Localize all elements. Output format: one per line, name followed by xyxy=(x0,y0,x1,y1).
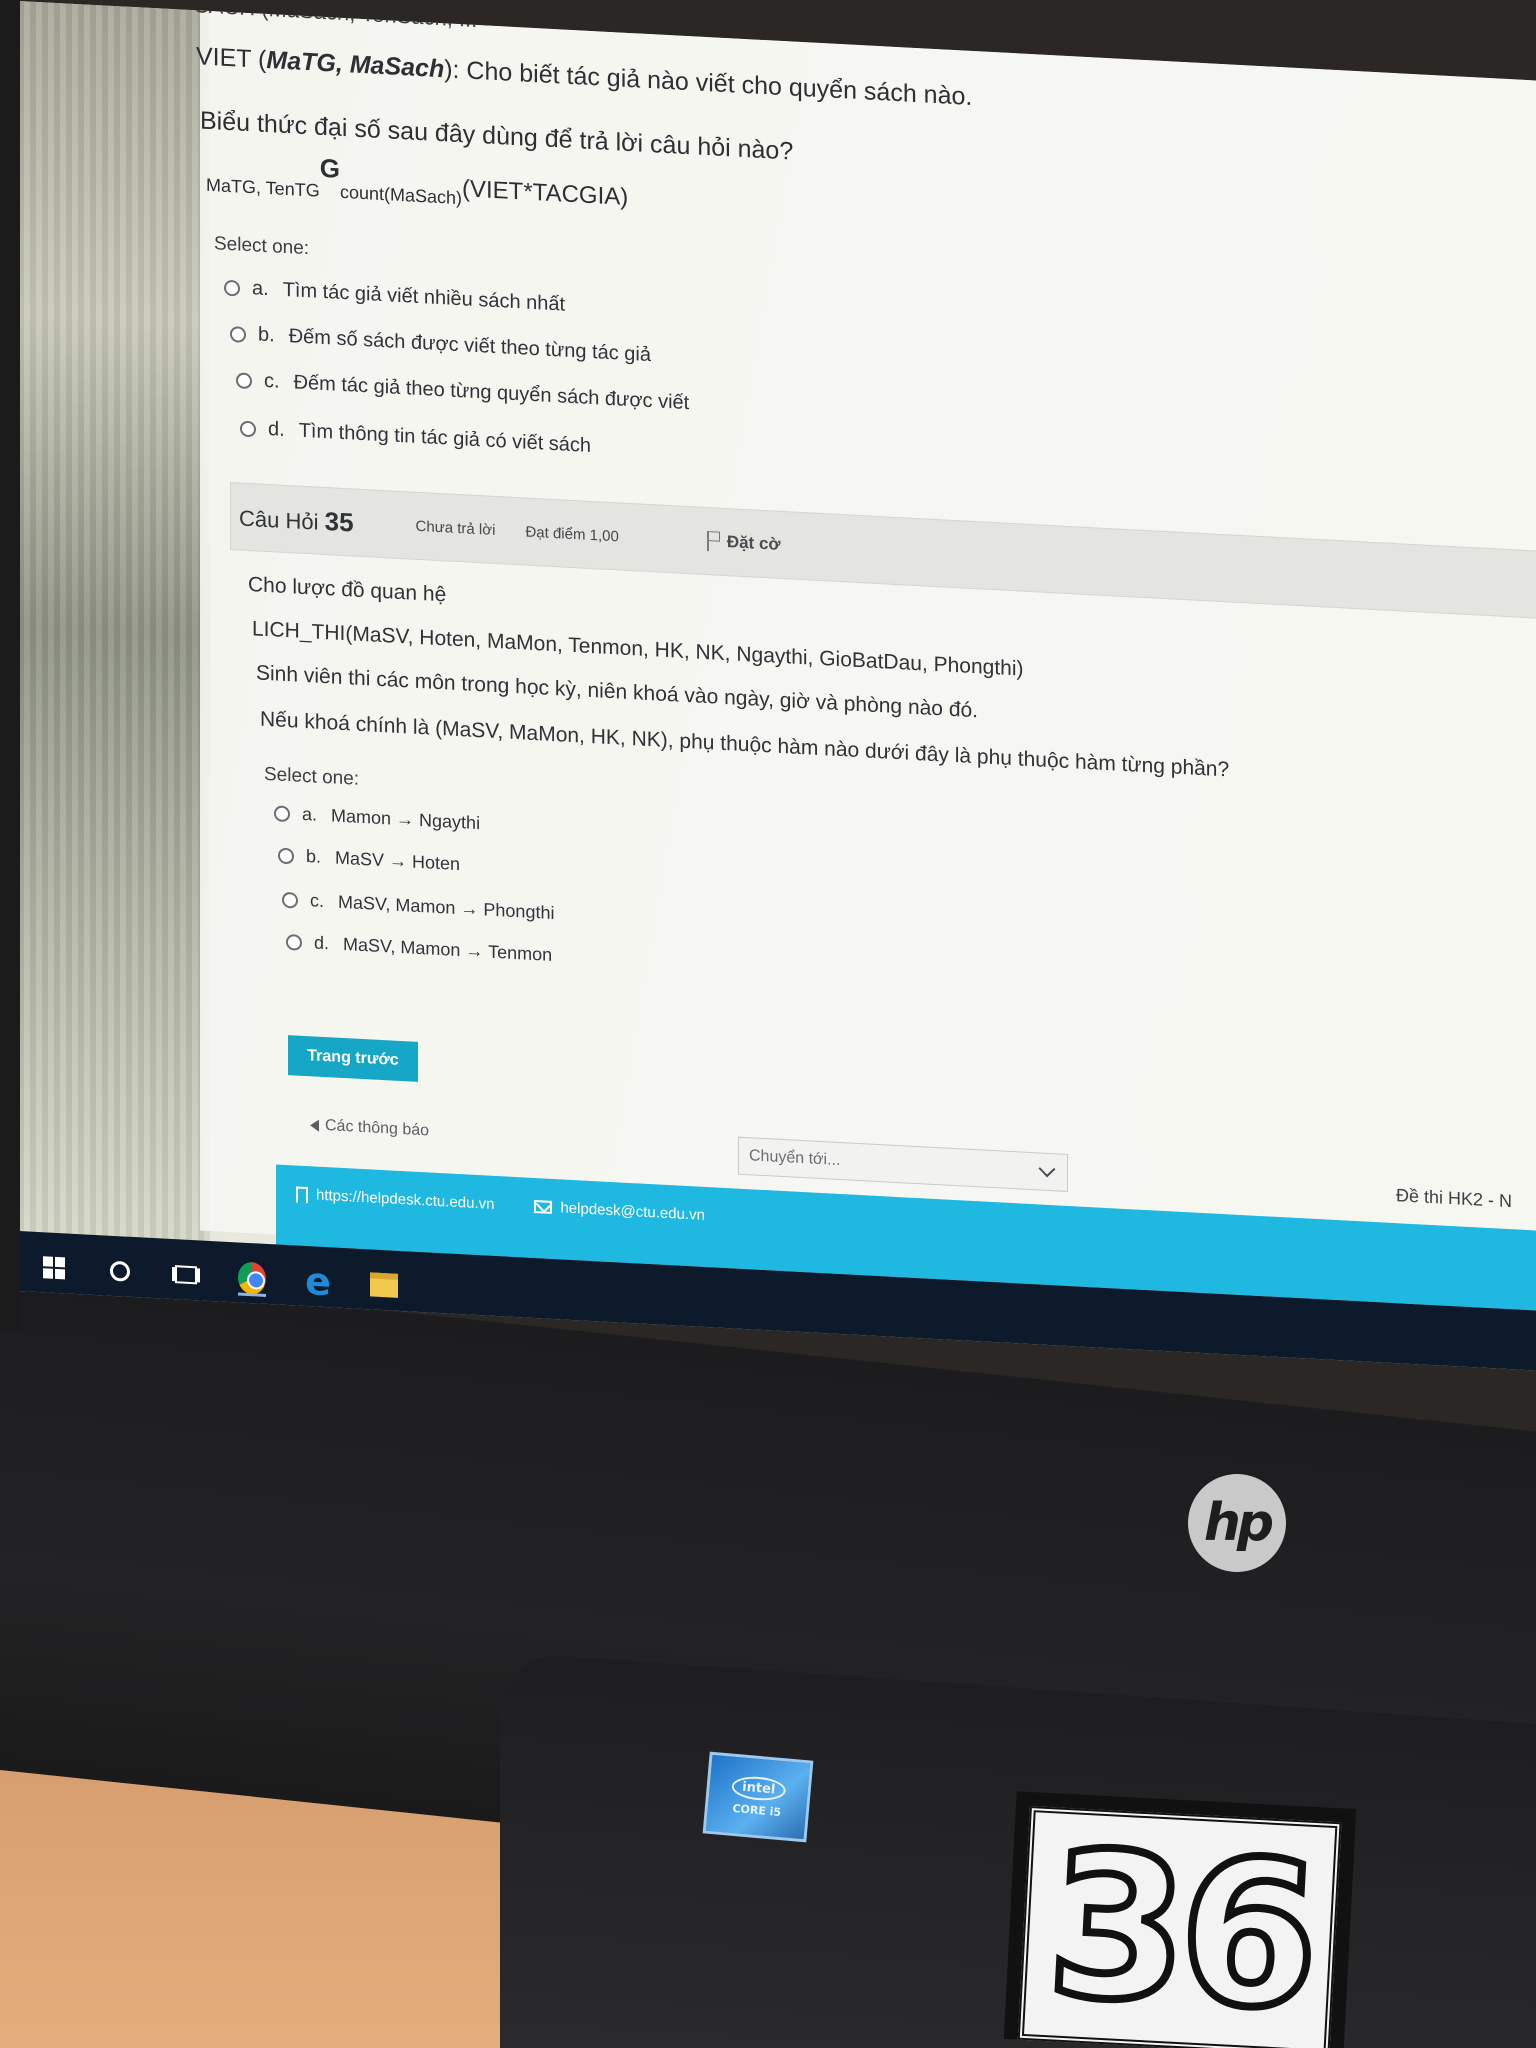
file-explorer-icon[interactable] xyxy=(370,1270,398,1299)
mail-icon xyxy=(534,1200,553,1214)
radio-button[interactable] xyxy=(278,847,294,864)
hp-logo: hp xyxy=(1188,1474,1286,1572)
q34-option-b[interactable]: b. Đếm số sách được viết theo từng tác gi… xyxy=(230,322,651,367)
intel-logo-text: intel xyxy=(731,1774,787,1803)
windows-start-icon[interactable] xyxy=(40,1253,68,1282)
option-letter: a. xyxy=(302,803,318,825)
q34-option-c[interactable]: c. Đếm tác giả theo từng quyển sách được … xyxy=(236,368,689,415)
question-34: SACH (MaSach, TenSach, ... VIET (MaTG, M… xyxy=(194,0,1536,457)
q35-option-a[interactable]: a. Mamon → Ngaythi xyxy=(274,802,480,834)
option-text: Đếm số sách được viết theo từng tác giả xyxy=(288,325,651,367)
option-text: MaSV → Hoten xyxy=(335,847,461,875)
radio-button[interactable] xyxy=(282,891,298,909)
edge-icon[interactable]: e xyxy=(304,1259,332,1304)
jump-to-select[interactable]: Chuyển tới... xyxy=(738,1136,1068,1192)
bookmark-icon xyxy=(296,1186,308,1203)
monitor-bezel-left xyxy=(0,0,20,1330)
question-title: Câu Hỏi 35 xyxy=(239,501,354,538)
jump-to-placeholder: Chuyển tới... xyxy=(749,1147,841,1170)
exam-name: Đề thi HK2 - N xyxy=(1396,1185,1513,1212)
option-text: Mamon → Ngaythi xyxy=(331,805,481,834)
option-text: MaSV, Mamon → Phongthi xyxy=(338,891,555,924)
intel-cpu-text: CORE i5 xyxy=(732,1801,782,1820)
desktop-background xyxy=(0,0,210,1262)
task-view-icon[interactable] xyxy=(172,1260,200,1289)
helpdesk-url-text: https://helpdesk.ctu.edu.vn xyxy=(316,1186,495,1213)
option-letter: d. xyxy=(268,418,285,441)
helpdesk-email-text: helpdesk@ctu.edu.vn xyxy=(560,1199,705,1224)
chrome-icon[interactable] xyxy=(238,1260,266,1297)
answer-status: Chưa trả lời xyxy=(415,517,496,539)
option-letter: b. xyxy=(258,323,275,347)
q34-viet-suffix: ): Cho biết tác giả nào viết cho quyển s… xyxy=(444,55,973,111)
announcements-link[interactable]: Các thông báo xyxy=(310,1116,429,1140)
quiz-page: SACH (MaSach, TenSach, ... VIET (MaTG, M… xyxy=(194,0,1536,1313)
option-text: Tìm thông tin tác giả có viết sách xyxy=(298,419,592,457)
back-arrow-icon xyxy=(310,1119,319,1132)
q35-option-d[interactable]: d. MaSV, Mamon → Tenmon xyxy=(286,931,552,966)
flag-label: Đặt cờ xyxy=(726,532,781,554)
question-number: 35 xyxy=(324,505,354,538)
machine-number-label: 36 xyxy=(1003,1791,1357,2048)
q34-option-d[interactable]: d. Tìm thông tin tác giả có viết sách xyxy=(240,417,591,458)
q34-algebra-expression: MaTG, TenTGGcount(MaSach)(VIET*TACGIA) xyxy=(206,153,629,212)
q34-prev-line: SACH (MaSach, TenSach, ... xyxy=(194,0,478,33)
q35-question: Nếu khoá chính là (MaSV, MaMon, HK, NK),… xyxy=(260,707,1230,782)
chevron-down-icon xyxy=(1038,1160,1056,1178)
q34-viet-keys: MaTG, MaSach xyxy=(266,45,445,84)
expr-relation: (VIET*TACGIA) xyxy=(462,175,629,211)
q34-question: Biểu thức đại số sau đây dùng để trả lời… xyxy=(200,106,794,166)
q34-select-label: Select one: xyxy=(214,233,310,260)
expr-aggregate-func: count(MaSach) xyxy=(339,181,462,209)
cortana-search-icon[interactable] xyxy=(106,1257,134,1286)
brand-text: hp xyxy=(1203,1493,1274,1553)
announcements-link-label: Các thông báo xyxy=(325,1117,430,1140)
intel-sticker: intel CORE i5 xyxy=(702,1751,814,1843)
radio-button[interactable] xyxy=(274,804,290,822)
q35-option-c[interactable]: c. MaSV, Mamon → Phongthi xyxy=(282,889,554,924)
q34-relation-line: VIET (MaTG, MaSach): Cho biết tác giả nà… xyxy=(196,42,972,112)
q34-viet-prefix: VIET ( xyxy=(196,42,267,74)
expr-group-attrs: MaTG, TenTG xyxy=(206,174,320,201)
helpdesk-email-link[interactable]: helpdesk@ctu.edu.vn xyxy=(534,1198,705,1224)
helpdesk-url-link[interactable]: https://helpdesk.ctu.edu.vn xyxy=(296,1186,494,1213)
question-title-prefix: Câu Hỏi xyxy=(239,505,319,535)
option-letter: d. xyxy=(314,932,330,954)
question-mark: Đạt điểm 1,00 xyxy=(525,523,619,545)
radio-button[interactable] xyxy=(224,279,240,297)
radio-button[interactable] xyxy=(230,325,246,343)
q35-option-b[interactable]: b. MaSV → Hoten xyxy=(278,845,460,876)
radio-button[interactable] xyxy=(286,933,302,951)
expr-aggregate-symbol: G xyxy=(319,152,340,184)
option-text: MaSV, Mamon → Tenmon xyxy=(343,933,553,965)
radio-button[interactable] xyxy=(236,371,252,389)
monitor-screen: SACH (MaSach, TenSach, ... VIET (MaTG, M… xyxy=(0,0,1536,1371)
radio-button[interactable] xyxy=(240,420,256,437)
option-letter: c. xyxy=(264,369,280,393)
q35-intro: Cho lược đồ quan hệ xyxy=(248,572,447,607)
flag-icon xyxy=(706,531,721,552)
previous-page-button[interactable]: Trang trước xyxy=(288,1035,418,1082)
machine-number: 36 xyxy=(1017,1804,1342,2048)
option-text: Tìm tác giả viết nhiều sách nhất xyxy=(282,278,566,316)
option-text: Đếm tác giả theo từng quyển sách được vi… xyxy=(293,371,690,415)
option-letter: b. xyxy=(306,846,322,867)
q34-option-a[interactable]: a. Tìm tác giả viết nhiều sách nhất xyxy=(224,276,565,317)
q35-select-label: Select one: xyxy=(264,763,360,790)
option-letter: a. xyxy=(252,277,269,301)
flag-question-button[interactable]: Đặt cờ xyxy=(706,531,781,555)
option-letter: c. xyxy=(310,890,325,911)
